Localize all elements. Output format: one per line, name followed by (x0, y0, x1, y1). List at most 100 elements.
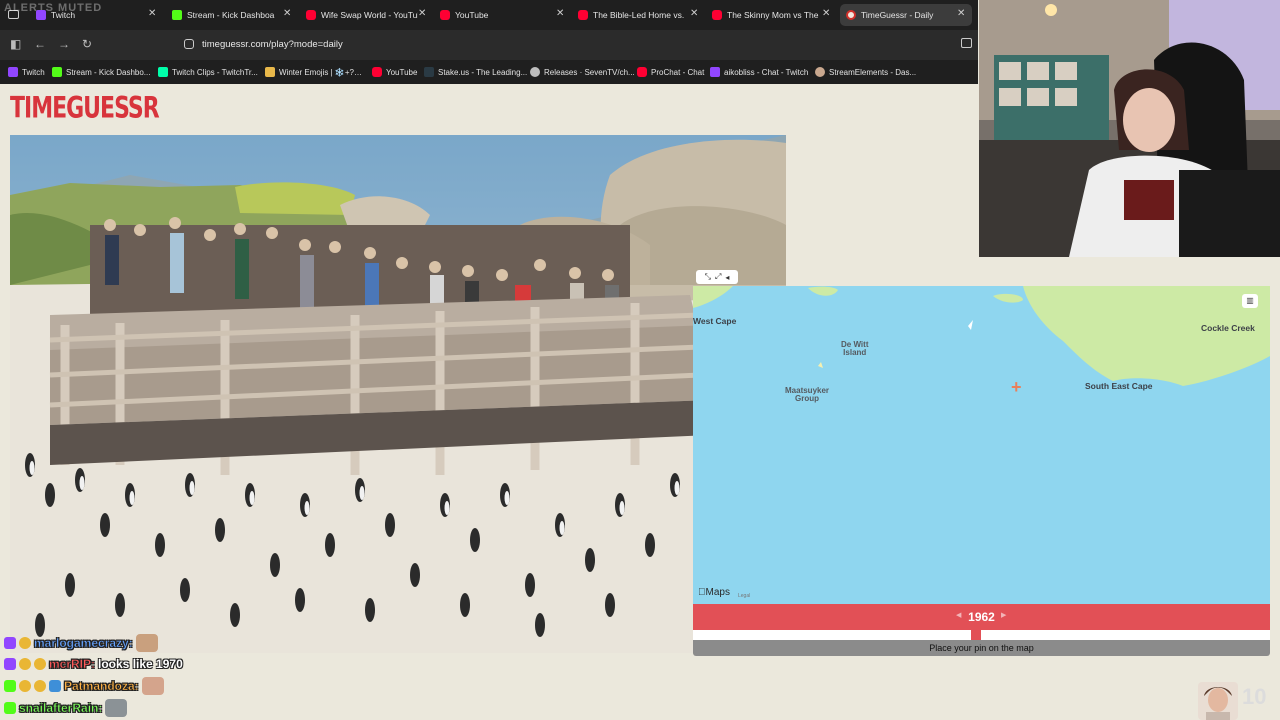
folder-icon (265, 67, 275, 77)
tab-twitch[interactable]: Twitch (30, 4, 160, 26)
bookmark-twitch-clips[interactable]: Twitch Clips - TwitchTr... (158, 65, 258, 79)
map-label-south-east-cape: South East Cape (1085, 381, 1153, 391)
bookmark-label: aikobliss - Chat - Twitch (724, 67, 809, 77)
bookmark-streamelements[interactable]: StreamElements - Das... (815, 65, 916, 79)
arrow-left-icon[interactable]: ◂ (725, 273, 729, 282)
year-selector[interactable]: ◀ 1962 ▶ (693, 604, 1270, 630)
tab-kick-dashboard[interactable]: Stream - Kick Dashboa (166, 4, 288, 26)
streamer-avatar (1198, 682, 1238, 720)
subscriber-badge-icon (4, 637, 16, 649)
chat-username: Patmandoza: (64, 679, 139, 693)
bookmark-winter-emojis[interactable]: Winter Emojis | ❄️+?… (265, 65, 362, 79)
kick-badge-icon (4, 680, 16, 692)
clips-icon (158, 67, 168, 77)
twitch-icon (710, 67, 720, 77)
tab-youtube[interactable]: YouTube (434, 4, 552, 26)
reload-icon[interactable]: ↻ (82, 37, 92, 51)
tab-wife-swap[interactable]: Wife Swap World - YouTub (300, 4, 418, 26)
tab-title: The Bible-Led Home vs. Th (593, 10, 686, 20)
bookmark-kick-dashboard[interactable]: Stream - Kick Dashbo... (52, 65, 150, 79)
chat-username: marlogamecrazy: (34, 636, 133, 650)
chat-message: Patmandoza: (4, 676, 164, 696)
map-size-controls: ⤡ ⤢ ◂ (696, 270, 738, 284)
tab-title: The Skinny Mom vs The He (727, 10, 820, 20)
expand-map-icon[interactable]: ⤢ (715, 272, 721, 282)
site-info-icon[interactable] (184, 39, 194, 49)
timeguessr-logo[interactable]: TIMEGUESSR (10, 92, 160, 138)
map-label-cockle-creek: Cockle Creek (1201, 323, 1255, 333)
emote-icon (135, 634, 158, 652)
shrink-map-icon[interactable]: ⤡ (705, 272, 711, 282)
place-pin-button[interactable]: Place your pin on the map (693, 640, 1270, 656)
tab-bar: ALERTS MUTED Twitch ✕ Stream - Kick Dash… (0, 0, 978, 30)
chat-message: mcrRIP: looks like 1970 (4, 654, 183, 674)
bookmarks-bar: Twitch Stream - Kick Dashbo... Twitch Cl… (0, 60, 978, 84)
gift-badge-icon (49, 680, 61, 692)
close-tab-icon[interactable]: ✕ (418, 8, 426, 19)
url-text[interactable]: timeguessr.com/play?mode=daily (202, 39, 343, 50)
chat-overlay: marlogamecrazy: mcrRIP: looks like 1970 … (0, 633, 300, 720)
crosshair-icon: + (1011, 377, 1022, 397)
map-label-de-witt-island: De Witt Island (841, 340, 869, 357)
github-icon (530, 67, 540, 77)
map-canvas (693, 286, 1270, 604)
emote-badge-icon (19, 637, 31, 649)
forward-arrow-icon[interactable]: → (58, 37, 70, 51)
bookmark-twitch[interactable]: Twitch (8, 65, 45, 79)
year-increment-icon[interactable]: ▶ (1001, 611, 1006, 619)
navigation-bar: ◧ ← → ↻ timeguessr.com/play?mode=daily (0, 30, 978, 60)
back-arrow-icon[interactable]: ← (34, 37, 46, 51)
youtube-icon (578, 10, 588, 20)
bookmark-seventv-releases[interactable]: Releases · SevenTV/ch... (530, 65, 635, 79)
chat-message: marlogamecrazy: (4, 633, 158, 653)
chat-username: snailafterRain: (19, 701, 103, 715)
legal-link[interactable]: Legal (738, 593, 750, 599)
bookmark-label: Stream - Kick Dashbo... (66, 67, 151, 77)
bookmark-youtube[interactable]: YouTube (372, 65, 417, 79)
tab-title: Twitch (51, 10, 76, 20)
sidebar-toggle-icon[interactable]: ◧ (10, 37, 21, 51)
emote-badge-icon (19, 658, 31, 670)
bookmark-label: Winter Emojis | ❄️+?… (279, 67, 362, 77)
tab-bible-led-home[interactable]: The Bible-Led Home vs. Th (572, 4, 686, 26)
bookmark-label: Twitch Clips - TwitchTr... (172, 67, 258, 77)
tab-skinny-mom[interactable]: The Skinny Mom vs The He (706, 4, 820, 26)
close-tab-icon[interactable]: ✕ (556, 8, 564, 19)
prochat-icon (637, 67, 647, 77)
subscriber-badge-icon (4, 658, 16, 670)
kick-badge-icon (4, 702, 16, 714)
youtube-icon (306, 10, 316, 20)
tab-timeguessr[interactable]: TimeGuessr - Daily (840, 4, 972, 26)
bookmark-prochat[interactable]: ProChat - Chat (637, 65, 704, 79)
bookmark-label: StreamElements - Das... (829, 67, 917, 77)
bookmark-label: ProChat - Chat (651, 67, 705, 77)
map-layers-icon[interactable]: ▥ (1242, 294, 1258, 308)
apple-maps-logo: Maps (698, 587, 730, 598)
close-tab-icon[interactable]: ✕ (957, 8, 965, 19)
youtube-icon (712, 10, 722, 20)
overlay-counter: 10 (1242, 684, 1267, 709)
bookmark-stake[interactable]: Stake.us - The Leading... (424, 65, 527, 79)
guess-map[interactable]: West Cape De Witt Island Maatsuyker Grou… (693, 286, 1270, 604)
tab-title: TimeGuessr - Daily (861, 10, 934, 20)
twitch-icon (8, 67, 18, 77)
bookmark-label: YouTube (386, 67, 418, 77)
tab-title: Wife Swap World - YouTub (321, 10, 418, 20)
close-tab-icon[interactable]: ✕ (283, 8, 291, 19)
close-tab-icon[interactable]: ✕ (148, 8, 156, 19)
close-tab-icon[interactable]: ✕ (822, 8, 830, 19)
install-app-icon[interactable] (961, 38, 972, 48)
map-label-west-cape: West Cape (693, 316, 737, 326)
youtube-icon (372, 67, 382, 77)
chat-message: snailafterRain: (4, 698, 128, 718)
emote-icon (141, 677, 164, 695)
youtube-icon (440, 10, 450, 20)
close-tab-icon[interactable]: ✕ (690, 8, 698, 19)
bookmark-label: Releases · SevenTV/ch... (544, 67, 635, 77)
year-slider-track[interactable] (693, 630, 1270, 640)
emote-icon (105, 699, 128, 717)
tab-title: Stream - Kick Dashboa (187, 10, 275, 20)
address-bar[interactable]: timeguessr.com/play?mode=daily (172, 34, 978, 56)
bookmark-aikobliss-chat[interactable]: aikobliss - Chat - Twitch (710, 65, 808, 79)
stake-icon (424, 67, 434, 77)
